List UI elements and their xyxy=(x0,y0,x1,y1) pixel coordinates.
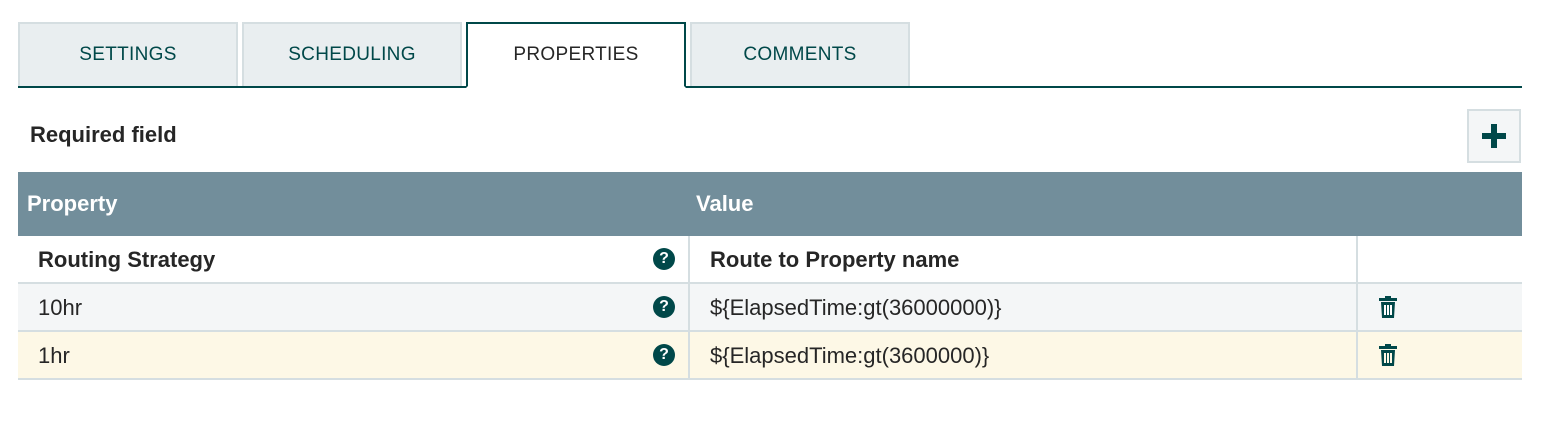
table-row[interactable]: 10hr ? ${ElapsedTime:gt(36000000)} xyxy=(18,284,1522,332)
property-name: 1hr xyxy=(38,343,70,368)
tab-bar: SETTINGS SCHEDULING PROPERTIES COMMENTS xyxy=(18,22,1522,88)
tab-settings[interactable]: SETTINGS xyxy=(18,22,238,86)
property-value[interactable]: Route to Property name xyxy=(710,247,959,273)
property-value[interactable]: ${ElapsedTime:gt(3600000)} xyxy=(710,343,989,369)
column-divider xyxy=(1356,332,1358,378)
column-divider xyxy=(688,284,690,330)
column-divider xyxy=(1356,284,1358,330)
tab-scheduling[interactable]: SCHEDULING xyxy=(242,22,462,86)
add-property-button[interactable] xyxy=(1467,109,1521,163)
table-header: Property Value xyxy=(18,172,1522,236)
question-circle-icon[interactable]: ? xyxy=(653,248,675,270)
column-divider xyxy=(688,236,690,282)
plus-icon xyxy=(1482,124,1506,148)
column-divider xyxy=(688,332,690,378)
trash-icon[interactable] xyxy=(1379,344,1397,366)
tab-comments[interactable]: COMMENTS xyxy=(690,22,910,86)
column-header-value: Value xyxy=(696,191,754,216)
column-divider xyxy=(1356,236,1358,282)
column-header-property: Property xyxy=(27,191,118,216)
trash-icon[interactable] xyxy=(1379,296,1397,318)
table-row[interactable]: 1hr ? ${ElapsedTime:gt(3600000)} xyxy=(18,332,1522,380)
properties-table: Property Value Routing Strategy ? Route … xyxy=(18,172,1522,380)
question-circle-icon[interactable]: ? xyxy=(653,296,675,318)
required-field-label: Required field xyxy=(30,122,177,147)
property-name: 10hr xyxy=(38,295,83,320)
property-value[interactable]: ${ElapsedTime:gt(36000000)} xyxy=(710,295,1002,321)
question-circle-icon[interactable]: ? xyxy=(653,344,675,366)
tab-properties[interactable]: PROPERTIES xyxy=(466,22,686,88)
table-row[interactable]: Routing Strategy ? Route to Property nam… xyxy=(18,236,1522,284)
property-name: Routing Strategy xyxy=(38,247,216,272)
